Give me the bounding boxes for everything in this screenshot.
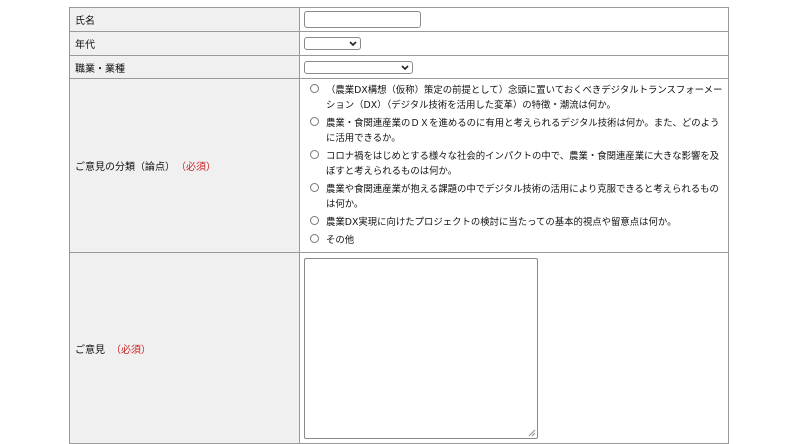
radio-button[interactable] — [310, 150, 319, 159]
opinion-form-table: 氏名 年代 職業・業種 ご意見の分類（論点） （必須） （農業DX構想（仮称）策… — [69, 7, 729, 444]
category-option-label: 農業DX実現に向けたプロジェクトの検討に当たっての基本的視点や留意点は何か。 — [326, 217, 677, 228]
opinion-field-cell — [299, 252, 729, 444]
age-select[interactable] — [304, 37, 361, 50]
category-option[interactable]: （農業DX構想（仮称）策定の前提として）念頭に置いておくべきデジタルトランスフォ… — [310, 83, 728, 113]
name-input[interactable] — [304, 11, 421, 28]
age-label: 年代 — [69, 31, 300, 56]
occupation-select[interactable] — [304, 60, 413, 74]
required-mark: （必須） — [181, 162, 216, 173]
category-option-label: 農業や食関連産業が抱える課題の中でデジタル技術の活用により克服できると考えられる… — [326, 184, 719, 210]
required-mark: （必須） — [111, 344, 151, 356]
category-option[interactable]: コロナ禍をはじめとする様々な社会的インパクトの中で、農業・食関連産業に大きな影響… — [310, 149, 728, 179]
row-occupation: 職業・業種 — [69, 55, 729, 79]
category-option-label: （農業DX構想（仮称）策定の前提として）念頭に置いておくべきデジタルトランスフォ… — [326, 85, 723, 111]
opinion-label-cell: ご意見 （必須） — [69, 252, 300, 444]
age-field-cell — [299, 31, 729, 56]
category-option[interactable]: 農業・食関連産業のＤＸを進めるのに有用と考えられるデジタル技術は何か。また、どの… — [310, 116, 728, 146]
category-option[interactable]: 農業や食関連産業が抱える課題の中でデジタル技術の活用により克服できると考えられる… — [310, 182, 728, 212]
row-age: 年代 — [69, 31, 729, 56]
row-name: 氏名 — [69, 7, 729, 32]
category-option[interactable]: 農業DX実現に向けたプロジェクトの検討に当たっての基本的視点や留意点は何か。 — [310, 215, 728, 230]
row-category: ご意見の分類（論点） （必須） （農業DX構想（仮称）策定の前提として）念頭に置い… — [69, 78, 729, 253]
category-option-label: コロナ禍をはじめとする様々な社会的インパクトの中で、農業・食関連産業に大きな影響… — [326, 151, 720, 177]
category-option-label: 農業・食関連産業のＤＸを進めるのに有用と考えられるデジタル技術は何か。また、どの… — [326, 118, 720, 144]
name-field-cell — [299, 7, 729, 32]
category-label: ご意見の分類（論点） — [75, 162, 175, 173]
opinion-label: ご意見 — [75, 344, 105, 356]
name-label: 氏名 — [69, 7, 300, 32]
radio-button[interactable] — [310, 234, 319, 243]
radio-button[interactable] — [310, 117, 319, 126]
category-label-cell: ご意見の分類（論点） （必須） — [69, 78, 300, 253]
radio-button[interactable] — [310, 84, 319, 93]
radio-button[interactable] — [310, 216, 319, 225]
category-option-label: その他 — [326, 235, 355, 246]
occupation-field-cell — [299, 55, 729, 79]
radio-button[interactable] — [310, 183, 319, 192]
category-field-cell: （農業DX構想（仮称）策定の前提として）念頭に置いておくべきデジタルトランスフォ… — [299, 78, 729, 253]
opinion-textarea[interactable] — [304, 257, 538, 439]
chevron-down-icon — [349, 41, 357, 47]
chevron-down-icon — [401, 64, 409, 70]
occupation-label: 職業・業種 — [69, 55, 300, 79]
category-option[interactable]: その他 — [310, 233, 728, 248]
resize-grip-icon[interactable] — [528, 429, 536, 437]
row-opinion: ご意見 （必須） — [69, 252, 729, 444]
category-radio-group: （農業DX構想（仮称）策定の前提として）念頭に置いておくべきデジタルトランスフォ… — [304, 79, 728, 252]
